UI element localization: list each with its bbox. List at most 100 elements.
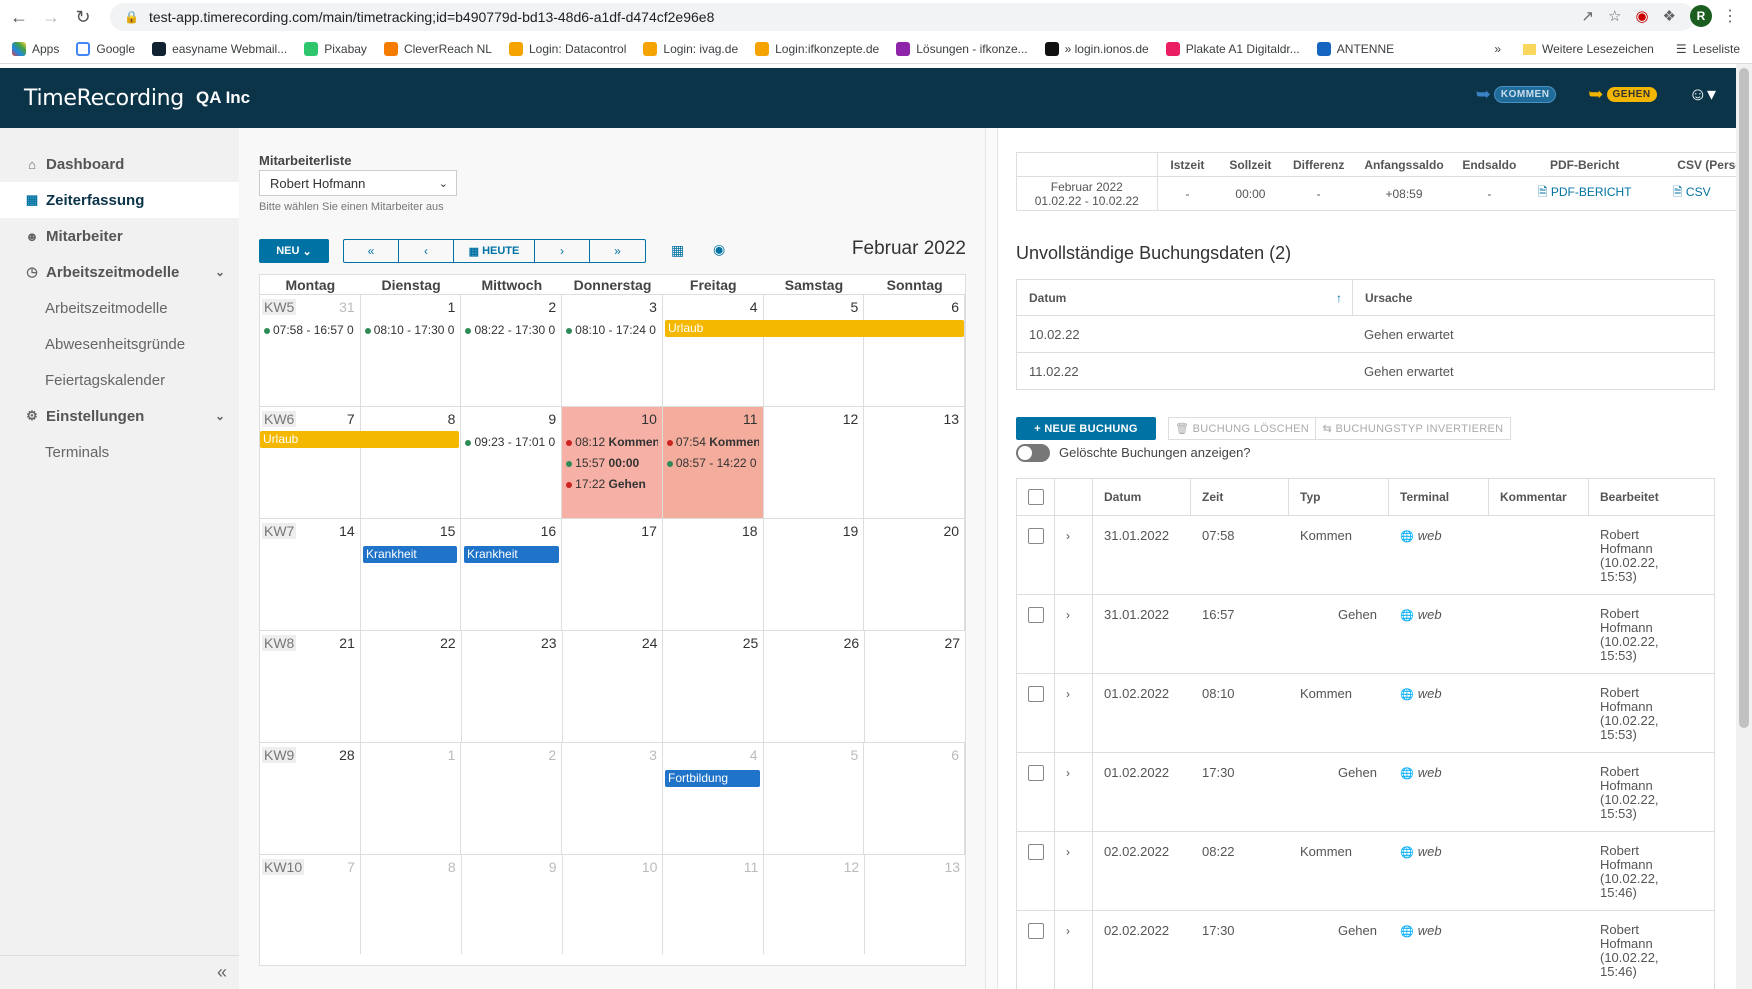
calendar-day[interactable]: 17 <box>562 519 663 630</box>
calendar-event[interactable]: 08:10 - 17:24 0 <box>566 323 658 337</box>
calendar-day[interactable]: 13 <box>865 855 965 954</box>
table-row[interactable]: › 02.02.2022 17:30 Gehen 🌐 web Robert Hofm… <box>1017 910 1714 989</box>
table-row[interactable]: › 01.02.2022 17:30 Gehen 🌐 web Robert Hofm… <box>1017 752 1714 831</box>
other-bookmarks[interactable]: Weitere Lesezeichen <box>1523 42 1654 56</box>
calendar-day[interactable]: 12 <box>764 407 865 518</box>
sick-leave-bar[interactable]: Krankheit <box>363 546 457 563</box>
bookmark-plakate[interactable]: Plakate A1 Digitaldr... <box>1165 41 1300 56</box>
address-bar[interactable]: 🔒 test-app.timerecording.com/main/timetr… <box>110 3 1695 31</box>
eye-icon[interactable]: ◉ <box>713 241 725 258</box>
chevron-right-icon[interactable]: › <box>1066 608 1070 622</box>
today-button[interactable]: ▦ HEUTE <box>454 240 535 262</box>
calendar-day[interactable]: 6 <box>864 295 966 406</box>
delete-booking-button[interactable]: 🗑 BUCHUNG LÖSCHEN <box>1168 417 1316 440</box>
next-month-button[interactable]: » <box>590 240 645 262</box>
col-header[interactable]: Terminal <box>1389 479 1489 515</box>
new-button[interactable]: NEU ⌄ <box>259 239 329 263</box>
table-row[interactable]: 10.02.22 Gehen erwartet <box>1017 315 1714 352</box>
calendar-day[interactable]: 3 <box>562 743 663 854</box>
calendar-day[interactable]: 23 <box>462 631 563 742</box>
star-icon[interactable]: ☆ <box>1608 7 1621 25</box>
col-header[interactable]: Datum <box>1093 479 1191 515</box>
prev-month-button[interactable]: « <box>344 240 399 262</box>
sidebar-item-einstellungen[interactable]: ⚙ Einstellungen ⌄ <box>0 398 239 434</box>
back-icon[interactable]: ← <box>6 4 32 30</box>
col-header[interactable]: Zeit <box>1191 479 1289 515</box>
bookmark-antenne[interactable]: ANTENNE <box>1316 41 1394 56</box>
col-header[interactable]: Bearbeitet <box>1589 479 1714 515</box>
chevron-right-icon[interactable]: › <box>1066 687 1070 701</box>
sidebar-item-arbeitszeitmodelle[interactable]: ◷ Arbeitszeitmodelle ⌄ <box>0 254 239 290</box>
prev-week-button[interactable]: ‹ <box>399 240 454 262</box>
chevron-right-icon[interactable]: › <box>1066 529 1070 543</box>
calendar-event[interactable]: 07:58 - 16:57 0 <box>264 323 356 337</box>
chevron-right-icon[interactable]: › <box>1066 845 1070 859</box>
show-deleted-toggle[interactable] <box>1016 444 1050 462</box>
calendar-day[interactable]: 24 <box>563 631 664 742</box>
select-all-checkbox[interactable] <box>1028 489 1044 505</box>
calendar-day[interactable]: 9 <box>462 855 563 954</box>
bookmark-pixabay[interactable]: Pixabay <box>304 41 367 56</box>
sidebar-item-zeiterfassung[interactable]: ▦ Zeiterfassung <box>0 182 239 218</box>
sidebar-item-dashboard[interactable]: ⌂ Dashboard <box>0 146 239 182</box>
more-bookmarks-icon[interactable]: » <box>1494 42 1501 56</box>
calendar-event[interactable]: 17:22 Gehen <box>566 477 658 491</box>
row-checkbox[interactable] <box>1028 607 1044 623</box>
chevron-right-icon[interactable]: › <box>1066 766 1070 780</box>
calendar-day[interactable]: KW10 7 <box>260 855 361 954</box>
calendar-day[interactable]: KW5 31 07:58 - 16:57 0 <box>260 295 361 406</box>
employee-select[interactable]: Robert Hofmann ⌄ <box>259 170 457 196</box>
reload-icon[interactable]: ↻ <box>70 4 96 30</box>
calendar-day[interactable]: KW6 7 <box>260 407 361 518</box>
col-header[interactable]: Kommentar <box>1489 479 1589 515</box>
table-row[interactable]: › 01.02.2022 08:10 Kommen 🌐 web Robert Hof… <box>1017 673 1714 752</box>
next-week-button[interactable]: › <box>535 240 590 262</box>
bookmark-ivag[interactable]: Login: ivag.de <box>643 41 738 56</box>
collapse-sidebar-button[interactable]: « <box>0 955 239 989</box>
calendar-day[interactable]: 12 <box>764 855 866 954</box>
calendar-day[interactable]: 2 <box>461 743 563 854</box>
calendar-day[interactable]: KW7 14 <box>260 519 361 630</box>
calendar-day[interactable]: 5 <box>764 295 865 406</box>
sort-date-header[interactable]: Datum ↑ <box>1017 291 1352 305</box>
row-checkbox[interactable] <box>1028 923 1044 939</box>
calendar-event[interactable]: 09:23 - 17:01 0 <box>465 435 557 449</box>
calendar-event[interactable]: 08:12 Kommen <box>566 435 658 449</box>
calendar-day[interactable]: 8 <box>361 407 462 518</box>
training-bar[interactable]: Fortbildung <box>665 770 760 787</box>
calendar-event[interactable]: 07:54 Kommen <box>666 435 759 449</box>
calendar-day[interactable]: 19 <box>764 519 865 630</box>
calendar-day[interactable]: 20 <box>864 519 966 630</box>
calendar-event[interactable]: 08:57 - 14:22 0 <box>666 456 759 470</box>
table-row[interactable]: › 31.01.2022 07:58 Kommen 🌐 web Robert Hof… <box>1017 515 1714 594</box>
table-row[interactable]: › 31.01.2022 16:57 Gehen 🌐 web Robert Hofm… <box>1017 594 1714 673</box>
extension-icon[interactable]: ◉ <box>1635 7 1648 25</box>
calendar-day[interactable]: 25 <box>663 631 765 742</box>
calendar-day[interactable]: 22 <box>361 631 462 742</box>
calendar-day[interactable]: 9 09:23 - 17:01 0 <box>461 407 563 518</box>
calendar-day[interactable]: 16 <box>461 519 563 630</box>
vacation-bar[interactable]: Urlaub <box>260 431 459 448</box>
col-header[interactable]: Typ <box>1289 479 1389 515</box>
sidebar-subitem-arbeitszeitmodelle[interactable]: Arbeitszeitmodelle <box>0 290 239 326</box>
bookmark-loesungen[interactable]: Lösungen - ifkonze... <box>896 41 1028 56</box>
calendar-event[interactable]: 08:22 - 17:30 0 <box>465 323 557 337</box>
calendar-day[interactable]: 13 <box>864 407 966 518</box>
calendar-day[interactable]: 6 <box>864 743 966 854</box>
row-checkbox[interactable] <box>1028 765 1044 781</box>
puzzle-icon[interactable]: ❖ <box>1663 7 1676 25</box>
sidebar-item-mitarbeiter[interactable]: ☻ Mitarbeiter <box>0 218 239 254</box>
forward-icon[interactable]: → <box>38 4 64 30</box>
gehen-button[interactable]: ➥ GEHEN <box>1588 84 1657 105</box>
calendar-day[interactable]: 8 <box>361 855 462 954</box>
row-checkbox[interactable] <box>1028 528 1044 544</box>
table-row[interactable]: 11.02.22 Gehen erwartet <box>1017 352 1714 389</box>
page-scrollbar[interactable] <box>1736 64 1752 989</box>
calendar-day[interactable]: 11 07:54 Kommen 08:57 - 14:22 0 <box>662 407 764 518</box>
profile-avatar[interactable]: R <box>1690 5 1712 27</box>
calendar-event[interactable]: 08:10 - 17:30 0 <box>364 323 457 337</box>
calendar-day[interactable]: 11 <box>663 855 765 954</box>
calendar-day[interactable]: 10 <box>563 855 664 954</box>
calendar-event[interactable]: 15:57 00:00 <box>566 456 658 470</box>
bookmark-ionos[interactable]: » login.ionos.de <box>1044 41 1149 56</box>
